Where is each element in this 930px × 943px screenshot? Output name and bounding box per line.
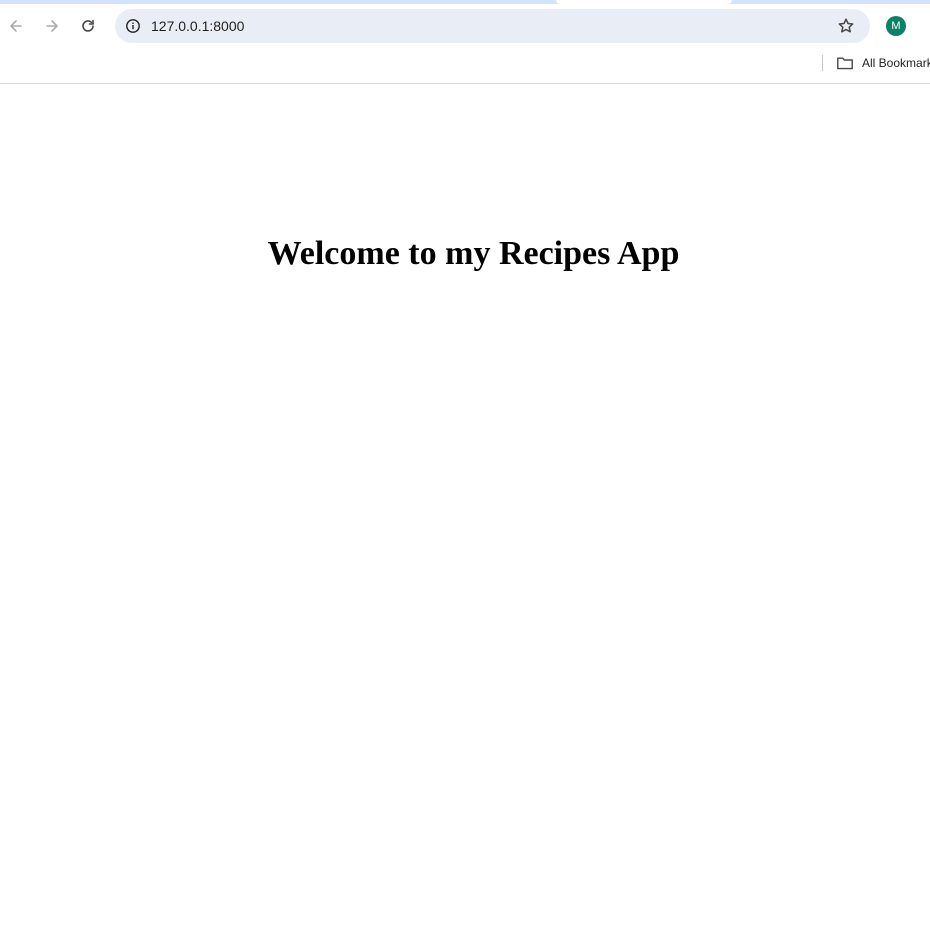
site-info-button[interactable] xyxy=(121,14,145,38)
bookmarks-separator xyxy=(822,55,823,71)
info-icon xyxy=(126,19,140,33)
back-arrow-icon xyxy=(10,20,22,32)
address-bar[interactable] xyxy=(115,9,870,43)
forward-button[interactable] xyxy=(36,10,68,42)
bookmarks-bar: All Bookmarks xyxy=(0,48,930,84)
all-bookmarks-label: All Bookmarks xyxy=(862,56,930,70)
all-bookmarks-button[interactable]: All Bookmarks xyxy=(836,51,930,75)
profile-avatar[interactable]: M xyxy=(886,16,906,36)
bookmark-star-button[interactable] xyxy=(834,14,858,38)
url-input[interactable] xyxy=(151,18,751,34)
back-button[interactable] xyxy=(0,10,32,42)
page-content: Welcome to my Recipes App xyxy=(0,84,930,943)
star-icon xyxy=(838,18,854,33)
profile-initial: M xyxy=(891,20,901,32)
page-title: Welcome to my Recipes App xyxy=(267,235,680,272)
reload-icon xyxy=(82,19,94,32)
browser-toolbar: M xyxy=(0,4,930,48)
folder-icon xyxy=(837,57,853,70)
reload-button[interactable] xyxy=(72,10,104,42)
forward-arrow-icon xyxy=(46,20,58,32)
